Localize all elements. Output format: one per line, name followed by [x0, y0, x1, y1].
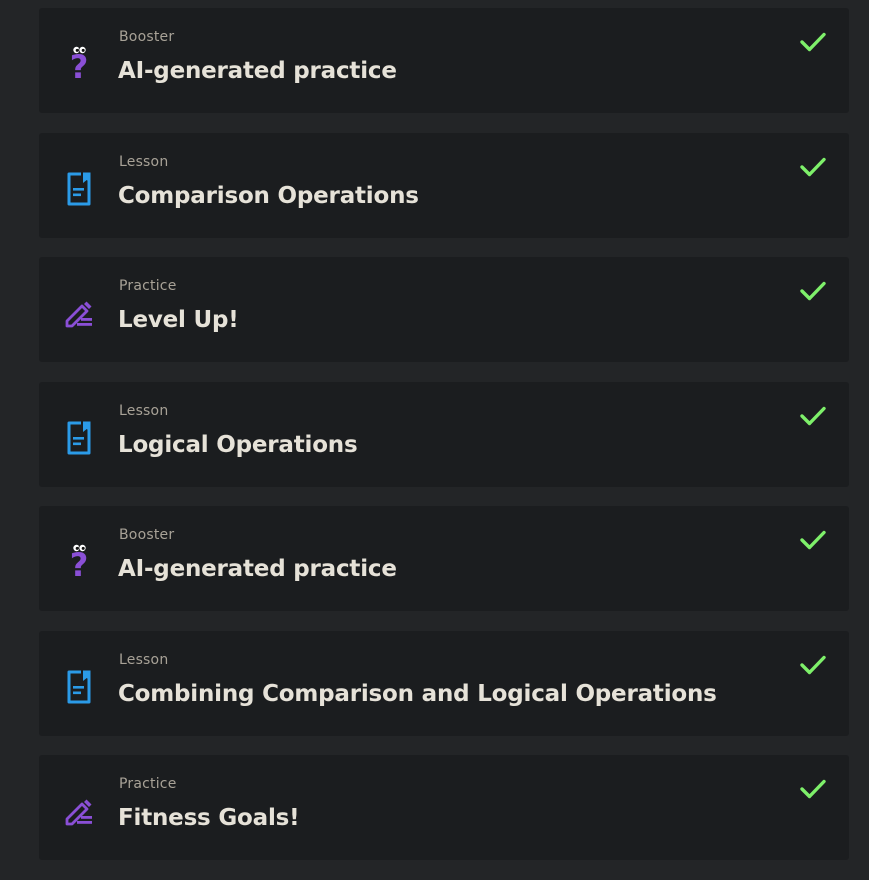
booster-question-icon: ?	[63, 46, 95, 84]
item-kind-label: Booster	[119, 527, 175, 543]
item-title[interactable]: Logical Operations	[118, 432, 358, 458]
module-item[interactable]: Lesson Comparison Operations	[39, 132, 849, 238]
lesson-document-icon	[63, 669, 95, 705]
practice-pencil-icon	[63, 295, 95, 331]
completed-check-icon	[799, 30, 827, 54]
completed-check-icon	[799, 279, 827, 303]
item-kind-label: Practice	[119, 278, 177, 294]
item-kind-label: Booster	[119, 29, 175, 45]
completed-check-icon	[799, 155, 827, 179]
module-item-list: ? Booster AI-generated practice Lesson C…	[39, 8, 849, 880]
module-item[interactable]: Lesson Combining Comparison and Logical …	[39, 630, 849, 736]
booster-question-icon: ?	[63, 544, 95, 582]
item-title[interactable]: AI-generated practice	[118, 556, 397, 582]
completed-check-icon	[799, 404, 827, 428]
item-kind-label: Lesson	[119, 651, 169, 668]
module-item[interactable]: ? Booster AI-generated practice	[39, 506, 849, 611]
module-item[interactable]: ? Booster AI-generated practice	[39, 8, 849, 113]
item-title[interactable]: Comparison Operations	[118, 183, 419, 209]
module-item[interactable]: Practice Level Up!	[39, 257, 849, 362]
item-title[interactable]: Level Up!	[118, 307, 239, 333]
item-title[interactable]: Combining Comparison and Logical Operati…	[118, 681, 717, 707]
lesson-document-icon	[63, 171, 95, 207]
completed-check-icon	[799, 653, 827, 677]
item-kind-label: Practice	[119, 776, 177, 792]
item-title[interactable]: AI-generated practice	[118, 58, 397, 84]
item-kind-label: Lesson	[119, 402, 169, 419]
completed-check-icon	[799, 777, 827, 801]
module-item[interactable]: Lesson Logical Operations	[39, 381, 849, 487]
svg-text:?: ?	[70, 48, 89, 84]
lesson-document-icon	[63, 420, 95, 456]
item-title[interactable]: Fitness Goals!	[118, 805, 300, 831]
practice-pencil-icon	[63, 793, 95, 829]
completed-check-icon	[799, 528, 827, 552]
module-item[interactable]: Practice Fitness Goals!	[39, 755, 849, 860]
item-kind-label: Lesson	[119, 153, 169, 170]
svg-text:?: ?	[70, 546, 89, 582]
